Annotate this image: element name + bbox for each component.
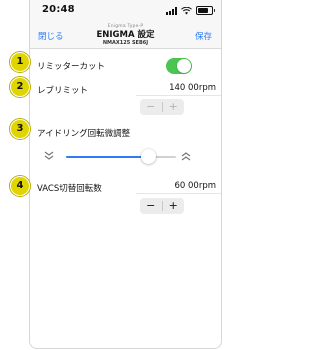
slider-track-fill [66, 156, 149, 158]
settings-content: リミッターカット レブリミット 140 00rpm − + アイドリング回転微調… [30, 49, 221, 348]
rev-limit-stepper[interactable]: − + [140, 99, 184, 115]
status-icons [166, 6, 215, 15]
idle-adjust-label: アイドリング回転微調整 [37, 129, 131, 139]
vacs-switch-increment-button[interactable]: + [163, 198, 185, 214]
callout-badge-3: 3 [10, 119, 30, 139]
slider-thumb[interactable] [141, 149, 156, 164]
vacs-switch-value[interactable]: 60 00rpm [136, 179, 221, 194]
page-title: ENIGMA 設定 [96, 30, 155, 40]
status-time: 20:48 [42, 4, 75, 15]
nav-title-block: Enigma Type-P ENIGMA 設定 NMAX125 SEB6J [30, 23, 221, 47]
rev-limit-decrement-button[interactable]: − [140, 99, 162, 115]
status-bar: 20:48 [30, 0, 221, 22]
save-button[interactable]: 保存 [195, 30, 212, 42]
vacs-switch-stepper[interactable]: − + [140, 198, 184, 214]
battery-icon [196, 6, 215, 15]
chevrons-up-icon [181, 152, 191, 161]
rev-limit-value[interactable]: 140 00rpm [136, 81, 221, 96]
vacs-switch-decrement-button[interactable]: − [140, 198, 162, 214]
rev-limit-increment-button[interactable]: + [163, 99, 185, 115]
navigation-bar: 閉じる Enigma Type-P ENIGMA 設定 NMAX125 SEB6… [30, 22, 221, 49]
wifi-icon [181, 6, 192, 14]
nav-super-title: Enigma Type-P [107, 24, 144, 29]
rev-limit-label: レブリミット [37, 86, 89, 96]
vacs-switch-label: VACS切替回転数 [37, 184, 102, 194]
callout-badge-2: 2 [10, 77, 30, 97]
chevrons-down-icon [44, 151, 54, 160]
limiter-cut-label: リミッターカット [37, 62, 106, 72]
phone-frame: 20:48 閉じる Enigma Type-P ENIGMA 設定 NMAX12… [29, 0, 222, 349]
callout-badge-1: 1 [10, 52, 30, 72]
limiter-cut-toggle[interactable] [166, 58, 192, 74]
signal-icon [166, 6, 177, 15]
page-subtitle: NMAX125 SEB6J [102, 40, 149, 46]
toggle-knob [177, 59, 191, 73]
idle-adjust-slider[interactable] [30, 147, 221, 167]
callout-badge-4: 4 [10, 176, 30, 196]
